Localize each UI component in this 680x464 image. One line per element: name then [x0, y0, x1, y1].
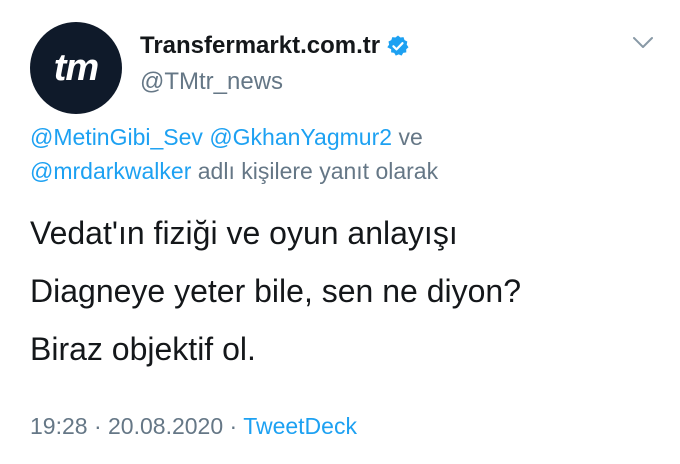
tweet-date[interactable]: 20.08.2020 — [108, 413, 223, 439]
tweet-source-link[interactable]: TweetDeck — [243, 413, 357, 439]
mention-link[interactable]: @GkhanYagmur2 — [209, 124, 392, 150]
display-name[interactable]: Transfermarkt.com.tr — [140, 32, 380, 60]
avatar-logo-text: tm — [53, 46, 99, 89]
tweet-time[interactable]: 19:28 — [30, 413, 88, 439]
reply-context: @MetinGibi_Sev @GkhanYagmur2 ve @mrdarkw… — [30, 120, 650, 188]
meta-separator: · — [93, 413, 102, 439]
meta-separator: · — [229, 413, 238, 439]
tweet-text: Vedat'ın fiziği ve oyun anlayışı Diagney… — [30, 204, 660, 378]
tweet-text-line: Diagneye yeter bile, sen ne diyon? — [30, 273, 521, 309]
mention-link[interactable]: @mrdarkwalker — [30, 158, 191, 184]
tweet-card: tm Transfermarkt.com.tr @TMtr_news @Meti… — [0, 0, 680, 464]
avatar[interactable]: tm — [30, 22, 122, 114]
tweet-meta: 19:28 · 20.08.2020 · TweetDeck — [30, 413, 357, 440]
tweet-text-line: Biraz objektif ol. — [30, 331, 256, 367]
verified-badge-icon — [386, 34, 410, 58]
tweet-header: tm Transfermarkt.com.tr @TMtr_news — [30, 20, 660, 114]
user-handle[interactable]: @TMtr_news — [140, 68, 410, 96]
display-name-row: Transfermarkt.com.tr — [140, 32, 410, 60]
author-info: Transfermarkt.com.tr @TMtr_news — [140, 32, 410, 96]
chevron-down-icon[interactable] — [632, 36, 654, 50]
mention-link[interactable]: @MetinGibi_Sev — [30, 124, 203, 150]
tweet-text-line: Vedat'ın fiziği ve oyun anlayışı — [30, 215, 458, 251]
reply-conjunction: ve — [398, 124, 423, 150]
reply-suffix: adlı kişilere yanıt olarak — [197, 158, 439, 184]
